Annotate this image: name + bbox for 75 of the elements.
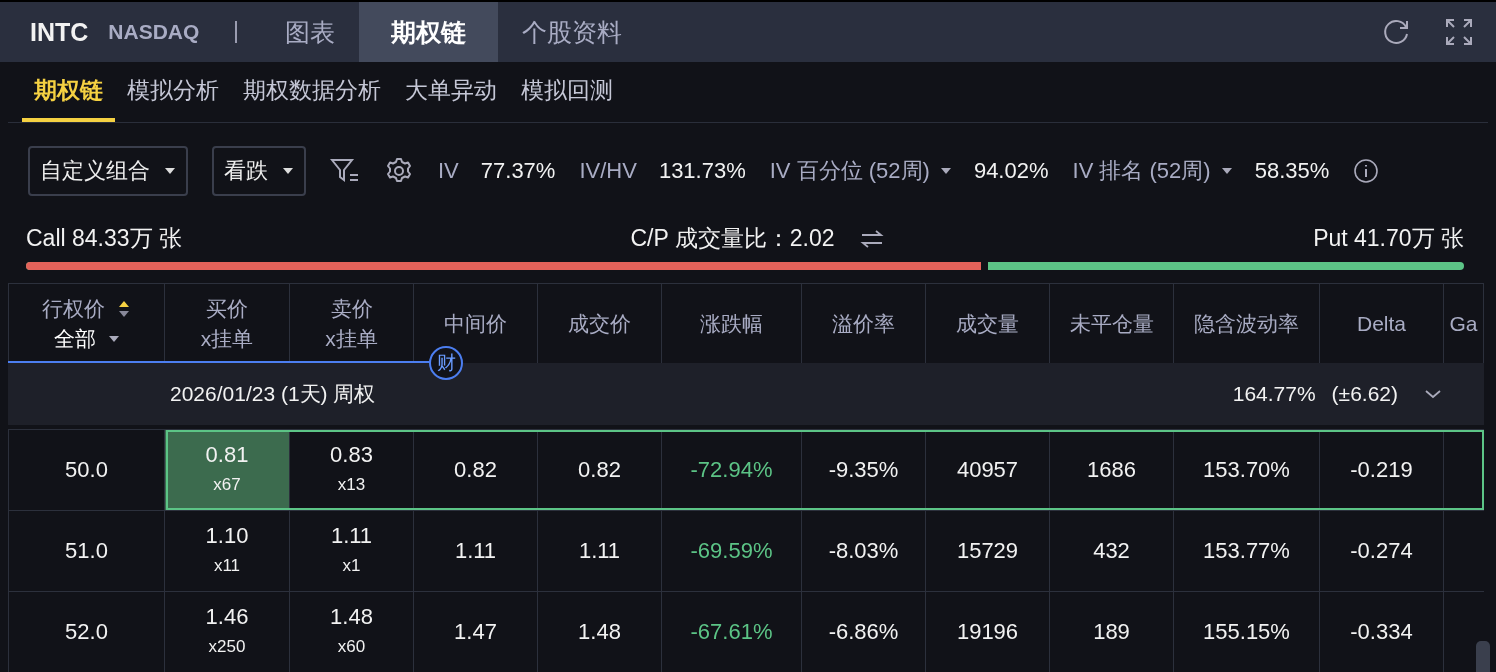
- table-cell: 40957: [926, 430, 1050, 510]
- table-cell: -9.35%: [802, 430, 926, 510]
- table-cell: 0.82: [538, 430, 662, 510]
- table-cell: 1.11: [414, 511, 538, 591]
- expand-icon[interactable]: [1444, 17, 1474, 47]
- change-cell: -67.61%: [662, 592, 802, 672]
- top-tab[interactable]: 个股资料: [498, 2, 647, 62]
- option-row[interactable]: 50.0 0.81 x67 0.83 x13 0.82 0.82 -72.94% -9.35% 40957 1686 153.70% -0.219: [8, 429, 1484, 510]
- sub-tab[interactable]: 期权数据分析: [231, 62, 393, 122]
- expected-move: (±6.62): [1331, 382, 1398, 406]
- caret-icon: [164, 167, 176, 175]
- bid-cell[interactable]: 1.10 x11: [165, 511, 290, 591]
- sub-tab[interactable]: 模拟分析: [115, 62, 231, 122]
- table-cell: 432: [1050, 511, 1174, 591]
- top-tab[interactable]: 图表: [261, 2, 360, 62]
- stat-label: IV 排名 (52周): [1072, 157, 1211, 185]
- put-volume: Put 41.70万 张: [1313, 224, 1464, 253]
- table-cell: 19196: [926, 592, 1050, 672]
- bid-cell[interactable]: 0.81 x67: [165, 430, 290, 510]
- table-cell: 1.11: [538, 511, 662, 591]
- caret-icon: [282, 167, 294, 175]
- call-volume: Call 84.33万 张: [26, 224, 182, 253]
- sub-tab[interactable]: 模拟回测: [509, 62, 625, 122]
- sub-tab[interactable]: 大单异动: [393, 62, 509, 122]
- change-cell: -69.59%: [662, 511, 802, 591]
- cp-ratio: C/P 成交量比：2.02: [630, 224, 835, 253]
- table-cell: -6.86%: [802, 592, 926, 672]
- option-row[interactable]: 51.0 1.10 x11 1.11 x1 1.11 1.11 -69.59% -8.03% 15729 432 153.77% -0.274: [8, 510, 1484, 591]
- ask-cell[interactable]: 1.11 x1: [290, 511, 414, 591]
- chevron-icon[interactable]: [1424, 388, 1442, 400]
- strategy-dropdown[interactable]: 自定义组合: [28, 146, 188, 196]
- table-cell: 1686: [1050, 430, 1174, 510]
- table-cell: -0.274: [1320, 511, 1444, 591]
- stat-value: 58.35%: [1254, 158, 1330, 184]
- scrollbar-thumb[interactable]: [1476, 641, 1490, 672]
- table-cell: 153.77%: [1174, 511, 1320, 591]
- swap-icon[interactable]: [858, 228, 885, 249]
- top-tab[interactable]: 期权链: [359, 2, 499, 62]
- info-icon[interactable]: [1353, 158, 1380, 184]
- table-cell: 15729: [926, 511, 1050, 591]
- strike-cell: 52.0: [8, 592, 165, 672]
- caret-icon[interactable]: [939, 167, 952, 175]
- direction-dropdown[interactable]: 看跌: [212, 146, 306, 196]
- ask-cell[interactable]: 1.48 x60: [290, 592, 414, 672]
- strike-filter[interactable]: 全部: [53, 323, 96, 354]
- change-cell: -72.94%: [662, 430, 802, 510]
- stat-label: IV 百分位 (52周): [769, 157, 930, 185]
- stat-label: IV: [438, 158, 459, 184]
- stat-value: 77.37%: [480, 158, 556, 184]
- bid-cell[interactable]: 1.46 x250: [165, 592, 290, 672]
- ticker-symbol: INTC: [30, 17, 89, 47]
- caret-icon[interactable]: [107, 334, 120, 343]
- expiry-date: 2026/01/23 (1天) 周权: [170, 381, 376, 407]
- table-cell: 153.70%: [1174, 430, 1320, 510]
- ask-cell[interactable]: 0.83 x13: [290, 430, 414, 510]
- table-cell: -8.03%: [802, 511, 926, 591]
- table-cell: -0.334: [1320, 592, 1444, 672]
- table-cell: 155.15%: [1174, 592, 1320, 672]
- strike-header: 行权价: [42, 295, 105, 322]
- table-cell: 1.48: [538, 592, 662, 672]
- sub-tab[interactable]: 期权链: [22, 62, 115, 122]
- expiry-iv: 164.77%: [1232, 382, 1316, 406]
- strike-cell: 51.0: [8, 511, 165, 591]
- exchange-label: NASDAQ: [108, 20, 200, 44]
- stat-label: IV/HV: [579, 158, 637, 184]
- caret-icon[interactable]: [1220, 167, 1233, 175]
- stat-value: 131.73%: [658, 158, 746, 184]
- table-cell: 1.47: [414, 592, 538, 672]
- table-cell: 0.82: [414, 430, 538, 510]
- table-cell: -0.219: [1320, 430, 1444, 510]
- option-row[interactable]: 52.0 1.46 x250 1.48 x60 1.47 1.48 -67.61% -6.86% 19196 189 155.15% -0.334: [8, 591, 1484, 672]
- earnings-badge[interactable]: 财: [429, 346, 463, 380]
- table-cell: 189: [1050, 592, 1174, 672]
- filter-icon[interactable]: [330, 158, 360, 184]
- stat-value: 94.02%: [973, 158, 1049, 184]
